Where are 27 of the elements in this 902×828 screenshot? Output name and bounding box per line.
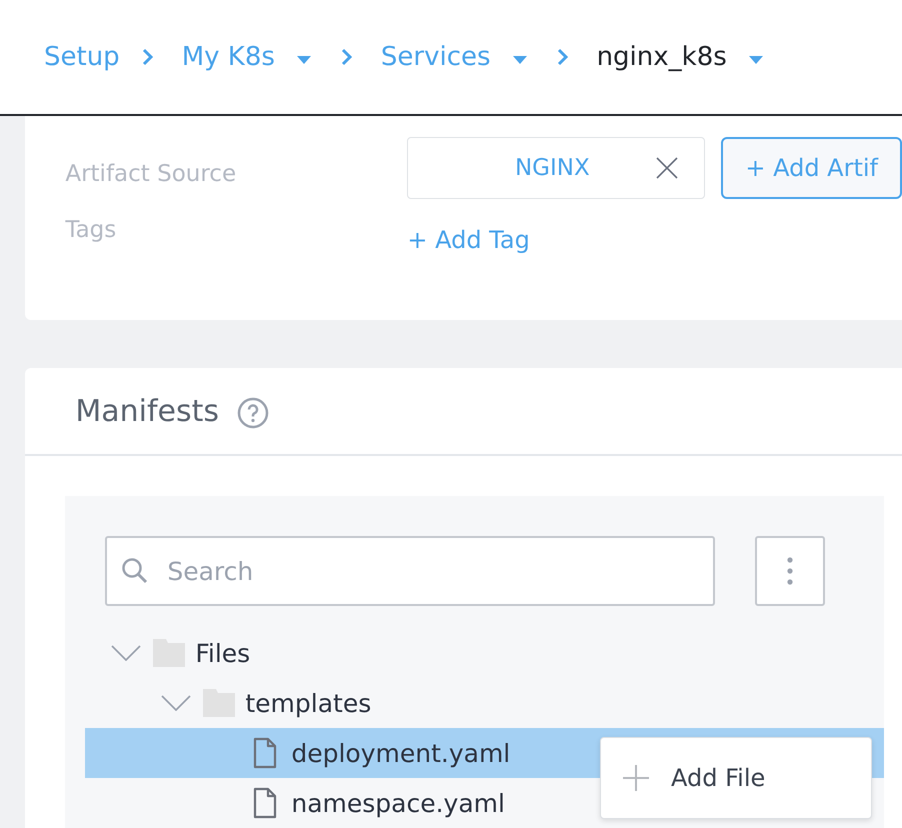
more-vertical-icon (787, 556, 794, 586)
chevron-right-icon (340, 48, 353, 66)
field-label: Artifact Source (65, 161, 238, 187)
section-title: Manifests (75, 394, 220, 428)
close-icon[interactable] (656, 157, 678, 179)
chevron-right-icon (556, 48, 569, 66)
chip-label: NGINX (514, 155, 591, 181)
file-icon (253, 737, 278, 769)
search-field[interactable]: Search (105, 536, 716, 606)
caret-icon[interactable] (296, 56, 311, 64)
chevron-right-icon (142, 48, 154, 66)
help-icon[interactable] (237, 397, 270, 429)
plus-icon (623, 765, 649, 791)
chevron-down-icon[interactable] (161, 695, 192, 711)
field-label: Tags (65, 217, 118, 243)
file-icon (253, 787, 278, 819)
tree-item[interactable]: templates (85, 678, 884, 728)
more-options-button[interactable] (755, 536, 826, 606)
tree-item-label: namespace.yaml (291, 788, 505, 818)
caret-icon[interactable] (512, 56, 527, 64)
tree-item-label: Files (195, 638, 250, 668)
breadcrumb-link[interactable]: nginx_k8s (596, 42, 727, 72)
tree-item-label: deployment.yaml (291, 738, 510, 768)
tree-item-label: templates (245, 688, 372, 718)
chevron-down-icon[interactable] (111, 645, 142, 661)
caret-icon[interactable] (748, 56, 763, 64)
tree-item[interactable]: Files (85, 628, 884, 678)
